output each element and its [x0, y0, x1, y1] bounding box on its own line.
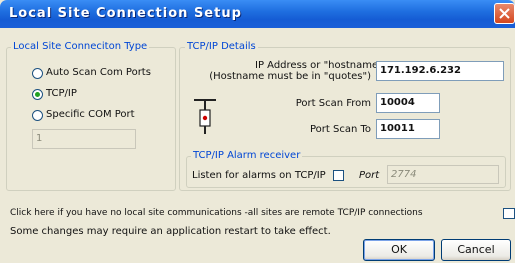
port-to-input[interactable]: 10011: [376, 119, 440, 139]
listen-alarms-checkbox[interactable]: [333, 170, 344, 181]
no-local-site-checkbox[interactable]: [503, 208, 515, 219]
remote-note: Click here if you have no local site com…: [10, 208, 423, 218]
radio-specific-com[interactable]: [32, 110, 43, 121]
ip-label-line1: IP Address or "hostname": [255, 60, 383, 71]
alarm-port-label: Port: [359, 170, 380, 181]
close-icon: [499, 8, 510, 19]
radio-tcpip-label[interactable]: TCP/IP: [46, 88, 77, 99]
alarm-port-input[interactable]: 2774: [387, 165, 499, 184]
alarm-receiver-legend: TCP/IP Alarm receiver: [191, 150, 303, 161]
ip-label-line2: (Hostname must be in "quotes"): [209, 71, 371, 82]
restart-note: Some changes may require an application …: [10, 226, 331, 237]
plug-icon: [192, 96, 218, 141]
port-to-label: Port Scan To: [309, 124, 371, 135]
radio-tcpip[interactable]: [32, 89, 43, 100]
listen-alarms-label: Listen for alarms on TCP/IP: [192, 170, 326, 181]
radio-specific-com-label[interactable]: Specific COM Port: [46, 109, 135, 120]
tcpip-details-legend: TCP/IP Details: [185, 41, 258, 52]
port-from-label: Port Scan From: [295, 98, 371, 109]
window-title: Local Site Connection Setup: [9, 6, 242, 21]
port-from-input[interactable]: 10004: [376, 93, 440, 113]
close-button[interactable]: [494, 3, 515, 24]
dialog-window: Local Site Connection Setup Local Site C…: [0, 0, 515, 263]
radio-auto-scan-label[interactable]: Auto Scan Com Ports: [46, 67, 151, 78]
cancel-button[interactable]: Cancel: [441, 239, 511, 261]
title-bar[interactable]: Local Site Connection Setup: [0, 0, 515, 28]
radio-auto-scan[interactable]: [32, 68, 43, 79]
site-type-legend: Local Site Conneciton Type: [11, 41, 150, 52]
ip-address-input[interactable]: 171.192.6.232: [376, 61, 504, 81]
ok-button[interactable]: OK: [363, 239, 435, 261]
com-port-field[interactable]: 1: [32, 129, 136, 149]
